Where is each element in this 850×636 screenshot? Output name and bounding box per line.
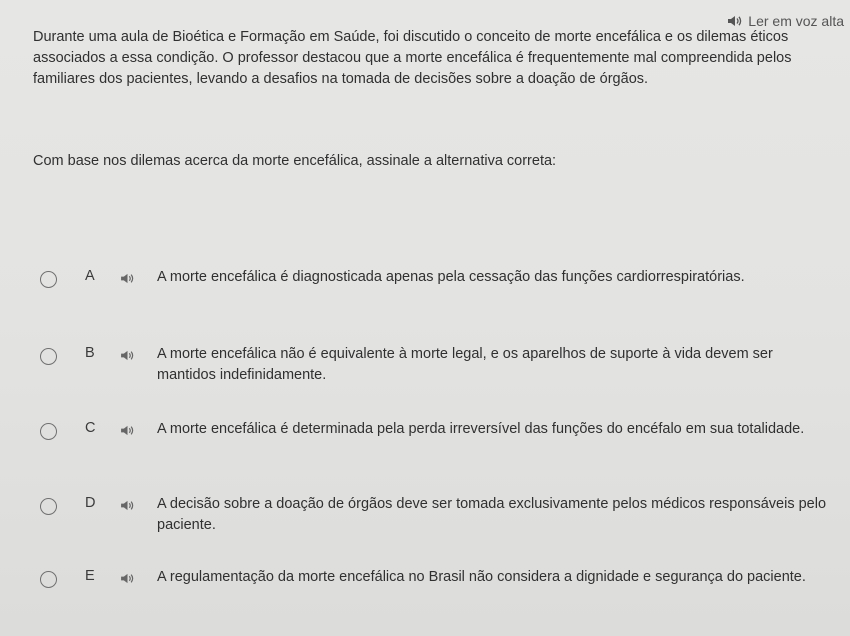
speaker-icon[interactable] [120,348,135,366]
speaker-icon[interactable] [120,423,135,441]
option-b-letter: B [85,345,95,361]
option-e-text: A regulamentação da morte encefálica no … [157,569,806,585]
option-d-radio[interactable] [40,498,57,515]
question-statement: Durante uma aula de Bioética e Formação … [33,29,792,87]
option-d[interactable]: D A decisão sobre a doação de órgãos dev… [0,489,850,549]
speaker-icon[interactable] [120,498,135,516]
option-d-letter: D [85,495,96,511]
option-c[interactable]: C A morte encefálica é determinada pela … [0,414,850,474]
option-c-radio[interactable] [40,423,57,440]
option-b[interactable]: B A morte encefálica não é equivalente à… [0,339,850,399]
option-a-radio[interactable] [40,271,57,288]
option-e[interactable]: E A regulamentação da morte encefálica n… [0,562,850,622]
option-a-letter: A [85,268,95,284]
speaker-icon [727,15,743,27]
option-e-letter: E [85,568,95,584]
option-c-text: A morte encefálica é determinada pela pe… [157,421,805,437]
speaker-icon[interactable] [120,571,135,589]
question-prompt: Com base nos dilemas acerca da morte enc… [33,153,557,169]
question-page: Ler em voz alta Durante uma aula de Bioé… [0,0,850,636]
option-b-text: A morte encefálica não é equivalente à m… [157,346,773,383]
option-a[interactable]: A A morte encefálica é diagnosticada ape… [0,262,850,322]
speaker-icon[interactable] [120,271,135,289]
option-c-letter: C [85,420,96,436]
option-e-radio[interactable] [40,571,57,588]
option-d-text: A decisão sobre a doação de órgãos deve … [157,496,827,533]
option-a-text: A morte encefálica é diagnosticada apena… [157,269,745,285]
option-b-radio[interactable] [40,348,57,365]
